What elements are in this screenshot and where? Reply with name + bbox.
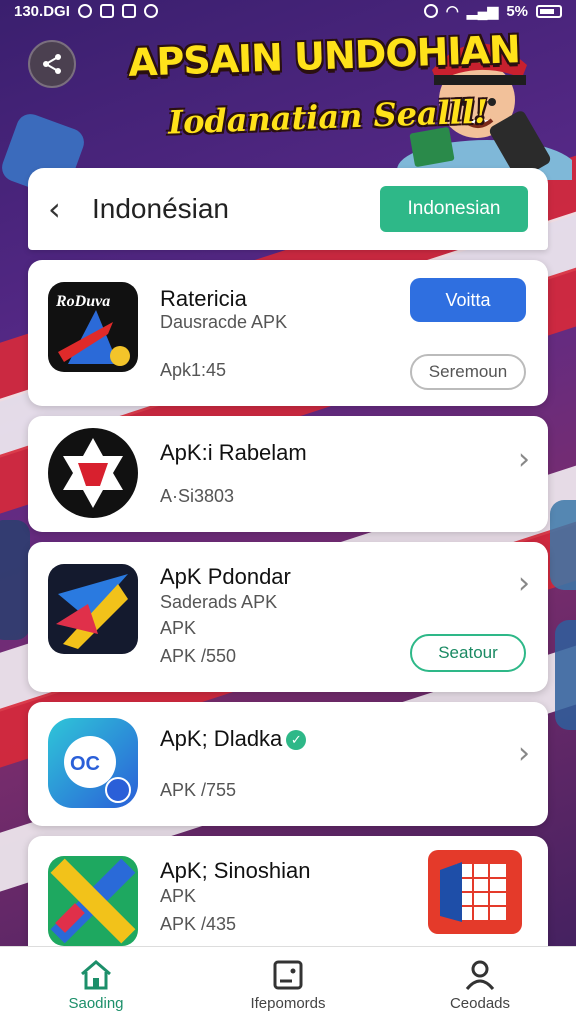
app-subtitle-3: Saderads APK (160, 592, 278, 612)
app-card-3[interactable]: ApK Pdondar Saderads APK APK APK /550 › … (28, 542, 548, 692)
nav-label-home: Saoding (68, 995, 124, 1012)
app-name-4-text: ApK; Dladka (160, 726, 283, 751)
phone-icon (121, 4, 136, 18)
app-icon-2 (48, 428, 138, 518)
app-meta-4: APK /755 (160, 780, 237, 800)
home-icon (81, 960, 111, 990)
app-card-2[interactable]: ApK:i Rabelam A·Si3803 › (28, 416, 548, 532)
chevron-right-icon[interactable]: › (518, 566, 530, 601)
app-meta-5: APK /435 (160, 914, 237, 934)
app-name-1: Ratericia (160, 286, 247, 311)
app-meta-2: A·Si3803 (160, 486, 235, 506)
share-icon (43, 54, 61, 74)
app-5-side-image[interactable] (428, 850, 522, 934)
share-button[interactable] (28, 40, 76, 88)
app-card-1[interactable]: RoDuva Ratericia Dausracde APK Apk1:45 V… (28, 260, 548, 406)
back-icon[interactable]: ‹ (48, 190, 78, 228)
language-button[interactable]: Indonesian (380, 186, 528, 232)
app-1-primary-button[interactable]: Voitta (410, 278, 526, 322)
nav-label-profile: Ceodads (449, 995, 511, 1012)
app-name-5: ApK; Sinoshian (160, 858, 311, 883)
spreadsheet-icon (440, 862, 506, 922)
dashboard-icon (273, 960, 303, 990)
nav-label-dashboard: Ifepomords (250, 995, 326, 1012)
app-subtitle-1: Dausracde APK (160, 312, 288, 332)
app-icon-4-text: OC (70, 753, 100, 775)
battery-icon (536, 4, 562, 18)
app-line2-3: APK (160, 618, 197, 638)
chevron-right-icon[interactable]: › (518, 736, 530, 771)
chevron-right-icon[interactable]: › (518, 442, 530, 477)
nav-item-dashboard[interactable]: Ifepomords (213, 959, 363, 1012)
battery-percent: 5% (506, 2, 528, 20)
app-1-secondary-button[interactable]: Seremoun (410, 354, 526, 390)
edit-icon (99, 4, 114, 18)
app-name-4: ApK; Dladka ✓ (160, 726, 307, 752)
app-meta-1: Apk1:45 (160, 360, 227, 380)
alarm-icon (143, 4, 158, 18)
verified-icon: ✓ (286, 730, 307, 751)
app-icon-1-text: RoDuva (55, 293, 110, 310)
location-icon (423, 4, 438, 18)
status-bar: 130.DGI ◠ ▂▄▆ 5% (0, 0, 576, 22)
app-icon-5 (48, 856, 138, 946)
app-name-2: ApK:i Rabelam (160, 440, 307, 465)
nav-item-home[interactable]: Saoding (21, 959, 171, 1012)
app-card-4[interactable]: OC ApK; Dladka ✓ APK /755 › (28, 702, 548, 826)
app-icon-1: RoDuva (48, 282, 138, 372)
signal-icon: ▂▄▆ (466, 2, 499, 19)
status-time: 130.DGI (14, 2, 70, 20)
app-name-3: ApK Pdondar (160, 564, 291, 589)
app-icon-3 (48, 564, 138, 654)
app-meta-3: APK /550 (160, 646, 237, 666)
header-bar: ‹ Indonésian Indonesian (28, 168, 548, 250)
wifi-icon: ◠ (445, 3, 459, 20)
page-title: Indonésian (92, 193, 230, 224)
nav-item-profile[interactable]: Ceodads (405, 959, 555, 1012)
profile-icon (465, 960, 495, 990)
main-panel: ‹ Indonésian Indonesian RoDuva Ratericia… (28, 168, 548, 976)
app-icon-4: OC (48, 718, 138, 808)
app-3-action-button[interactable]: Seatour (410, 634, 526, 672)
bottom-nav: Saoding Ifepomords Ceodads (0, 946, 576, 1024)
app-line2-5: APK (160, 886, 197, 906)
notification-icon (77, 4, 92, 18)
